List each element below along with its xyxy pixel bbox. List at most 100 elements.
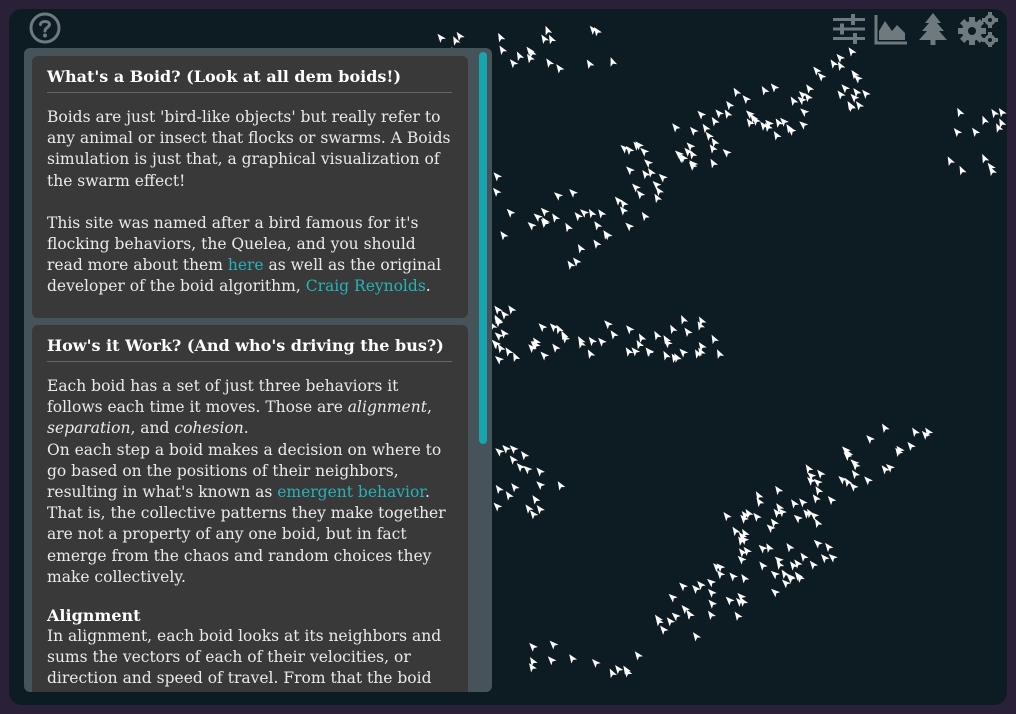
question-circle-icon — [29, 12, 61, 44]
quelea-link[interactable]: here — [228, 256, 264, 274]
boid — [953, 127, 963, 138]
boid — [594, 221, 603, 231]
boid — [533, 213, 543, 222]
boid — [663, 350, 671, 361]
boid — [717, 349, 725, 359]
boid — [523, 465, 533, 475]
boid — [710, 158, 719, 169]
boid — [509, 455, 519, 465]
boid — [708, 599, 718, 609]
boid — [546, 58, 555, 68]
boid — [636, 339, 644, 350]
boid — [516, 463, 526, 473]
boid — [770, 83, 780, 93]
boid — [668, 593, 678, 603]
boid — [770, 570, 780, 580]
info-card-how-it-works: How's it Work? (And who's driving the bu… — [32, 325, 468, 692]
card-text: . — [243, 419, 249, 438]
tree-button[interactable] — [915, 11, 951, 47]
boid — [508, 305, 517, 315]
boid — [624, 667, 633, 678]
boid — [569, 188, 579, 198]
boid — [604, 230, 613, 241]
boid — [791, 499, 800, 509]
boid — [828, 554, 838, 563]
scrollbar-thumb[interactable] — [479, 52, 487, 444]
boid — [626, 166, 635, 176]
card-paragraph: Each boid has a set of just three behavi… — [47, 376, 452, 440]
sliders-button[interactable] — [831, 11, 867, 47]
boid — [800, 552, 809, 562]
card-text: , — [426, 398, 432, 417]
boid — [625, 222, 635, 232]
panel-scrollbar[interactable] — [479, 52, 489, 688]
card-title: How's it Work? (And who's driving the bu… — [47, 335, 452, 362]
boid — [520, 451, 530, 461]
boid — [734, 611, 743, 621]
boid — [692, 632, 702, 642]
boid — [529, 657, 538, 667]
boid — [527, 221, 537, 231]
emergent-behavior-link[interactable]: emergent behavior — [277, 483, 425, 501]
boid — [548, 34, 557, 45]
boid — [500, 231, 509, 241]
boid — [830, 59, 839, 69]
boid — [529, 642, 538, 652]
boid — [538, 323, 548, 333]
boid — [671, 612, 681, 622]
info-panel[interactable]: What's a Boid? (Look at all dem boids!) … — [24, 48, 492, 692]
boid — [648, 168, 656, 178]
term-separation: separation — [47, 419, 131, 438]
sliders-icon — [833, 14, 865, 44]
boid — [881, 465, 890, 475]
boid — [505, 491, 514, 501]
chart-button[interactable] — [873, 11, 909, 47]
boid — [494, 356, 505, 365]
boid — [836, 53, 846, 63]
boid — [812, 494, 821, 504]
boid — [437, 33, 446, 43]
boid — [841, 84, 851, 94]
boid — [652, 181, 662, 190]
boid — [798, 91, 808, 100]
help-button[interactable] — [29, 12, 61, 44]
app-frame: What's a Boid? (Look at all dem boids!) … — [0, 0, 1016, 714]
boid — [569, 654, 578, 664]
boid — [552, 343, 561, 353]
boid — [947, 156, 955, 166]
boid — [598, 337, 607, 347]
boid — [825, 542, 834, 553]
gears-icon — [958, 12, 998, 48]
boid — [540, 207, 550, 217]
info-card-what-is-a-boid: What's a Boid? (Look at all dem boids!) … — [32, 56, 468, 318]
boid — [679, 348, 689, 358]
boid — [697, 110, 707, 120]
boid — [912, 427, 920, 437]
boid — [725, 596, 735, 606]
settings-button[interactable] — [957, 11, 999, 48]
craig-reynolds-link[interactable]: Craig Reynolds — [306, 277, 426, 295]
boid — [726, 100, 735, 111]
boid — [672, 123, 681, 133]
boid — [844, 477, 853, 488]
card-text: . — [425, 277, 431, 296]
boid — [793, 514, 803, 524]
boid — [991, 108, 1000, 119]
boid — [806, 84, 815, 94]
boid — [799, 498, 808, 508]
section-heading-alignment: Alignment — [47, 606, 141, 626]
boid — [540, 351, 550, 361]
boid — [654, 193, 663, 204]
card-text: , and — [130, 419, 175, 438]
boid — [493, 502, 503, 512]
boid — [799, 121, 809, 130]
boid — [766, 543, 774, 553]
boid — [567, 260, 576, 270]
boid — [771, 588, 781, 598]
boid — [625, 347, 634, 357]
boid — [722, 149, 732, 158]
boid — [536, 481, 546, 490]
boid — [681, 314, 689, 325]
boid — [775, 485, 784, 496]
boid — [907, 441, 916, 452]
